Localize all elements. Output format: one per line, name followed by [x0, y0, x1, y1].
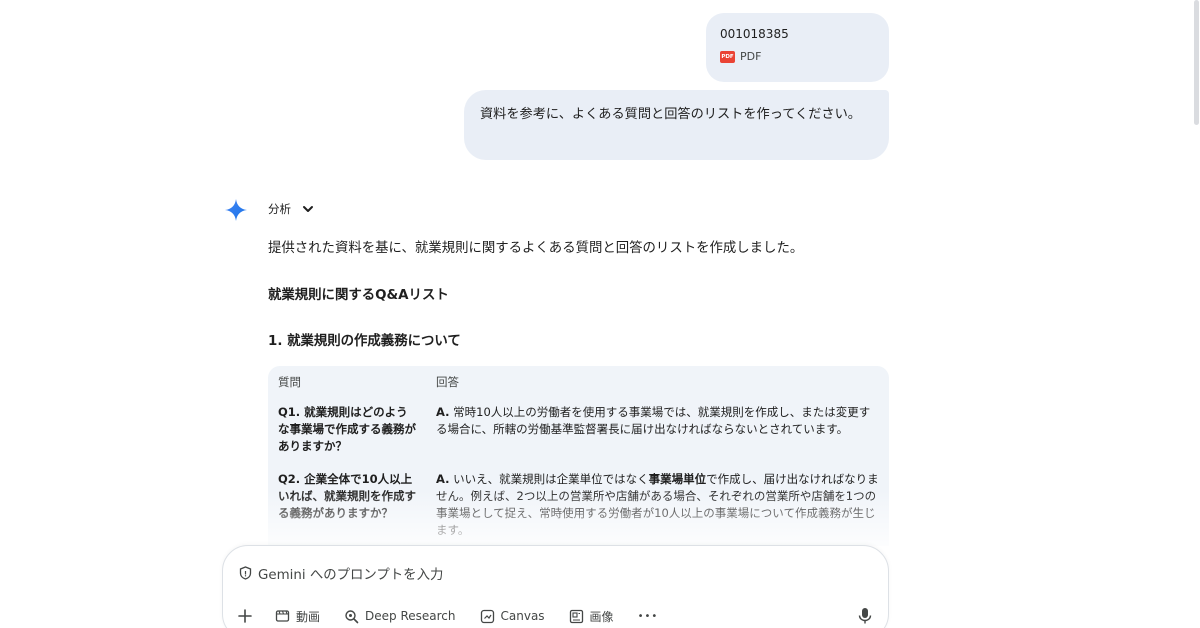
attachment-file-type: PDF PDF: [720, 50, 875, 63]
prompt-input-row[interactable]: Gemini へのプロンプトを入力: [239, 563, 443, 583]
qa-table: 質問 回答 Q1. 就業規則はどのような事業場で作成する義務がありますか？ A.…: [268, 366, 889, 546]
attachment-type-label: PDF: [740, 50, 762, 63]
answer-prefix: A.: [436, 472, 450, 486]
video-icon: [275, 610, 290, 622]
more-tools-button[interactable]: •••: [638, 606, 659, 626]
answer-prefix: A.: [436, 405, 450, 419]
table-header-row: 質問 回答: [268, 366, 889, 400]
response-intro: 提供された資料を基に、就業規則に関するよくある質問と回答のリストを作成しました。: [268, 241, 804, 256]
deep-research-icon: [345, 609, 359, 623]
prompt-input-box[interactable]: Gemini へのプロンプトを入力 動画 Deep Research Canva…: [222, 545, 889, 628]
gemini-sparkle-icon: [225, 199, 247, 221]
attachment-file-name: 001018385: [720, 27, 789, 41]
table-header-question: 質問: [278, 375, 301, 389]
video-tool-button[interactable]: 動画: [275, 606, 320, 626]
answer-text: いいえ、就業規則は企業単位ではなく: [449, 472, 649, 486]
image-tool-button[interactable]: 画像: [569, 606, 614, 626]
microphone-icon[interactable]: [858, 607, 872, 625]
deep-research-tool-button[interactable]: Deep Research: [344, 606, 456, 626]
deep-research-tool-label: Deep Research: [365, 609, 456, 623]
response-heading: 就業規則に関するQ&Aリスト: [268, 288, 449, 303]
question-cell: Q1. 就業規則はどのような事業場で作成する義務がありますか？: [278, 405, 416, 453]
table-row: Q1. 就業規則はどのような事業場で作成する義務がありますか？ A. 常時10人…: [268, 400, 889, 467]
plus-icon: [238, 609, 252, 623]
canvas-icon: [480, 609, 494, 623]
chevron-down-icon: [303, 206, 313, 212]
scrollbar-thumb[interactable]: [1194, 0, 1199, 125]
analysis-label: 分析: [268, 202, 291, 216]
more-tools-icon: •••: [637, 610, 659, 622]
video-tool-label: 動画: [296, 609, 321, 624]
table-row: Q2. 企業全体で10人以上いれば、就業規則を作成する義務がありますか？ A. …: [268, 467, 889, 546]
image-tool-label: 画像: [589, 609, 614, 624]
analysis-toggle[interactable]: 分析: [268, 200, 315, 218]
shield-icon: [239, 566, 252, 580]
section-title: 1. 就業規則の作成義務について: [268, 334, 461, 349]
page-scrollbar[interactable]: [1192, 0, 1200, 628]
answer-cell: A. 常時10人以上の労働者を使用する事業場では、就業規則を作成し、または変更す…: [426, 400, 889, 467]
canvas-tool-label: Canvas: [500, 609, 545, 623]
user-prompt-bubble: 資料を参考に、よくある質問と回答のリストを作ってください。: [464, 90, 889, 160]
prompt-input-placeholder[interactable]: Gemini へのプロンプトを入力: [258, 563, 443, 583]
answer-cell: A. いいえ、就業規則は企業単位ではなく事業場単位で作成し、届け出なければなりま…: [426, 467, 889, 546]
attachment-chip[interactable]: 001018385 PDF PDF: [706, 13, 889, 82]
pdf-icon: PDF: [720, 50, 735, 63]
table-header-answer: 回答: [436, 375, 459, 389]
question-cell: Q2. 企業全体で10人以上いれば、就業規則を作成する義務がありますか？: [278, 472, 416, 520]
image-icon: [569, 609, 583, 623]
answer-emphasis: 事業場単位: [648, 472, 707, 486]
add-button[interactable]: [237, 606, 253, 626]
canvas-tool-button[interactable]: Canvas: [480, 606, 545, 626]
input-toolbar: 動画 Deep Research Canvas 画像 •••: [237, 606, 682, 626]
answer-text: 常時10人以上の労働者を使用する事業場では、就業規則を作成し、または変更する場合…: [436, 405, 871, 436]
